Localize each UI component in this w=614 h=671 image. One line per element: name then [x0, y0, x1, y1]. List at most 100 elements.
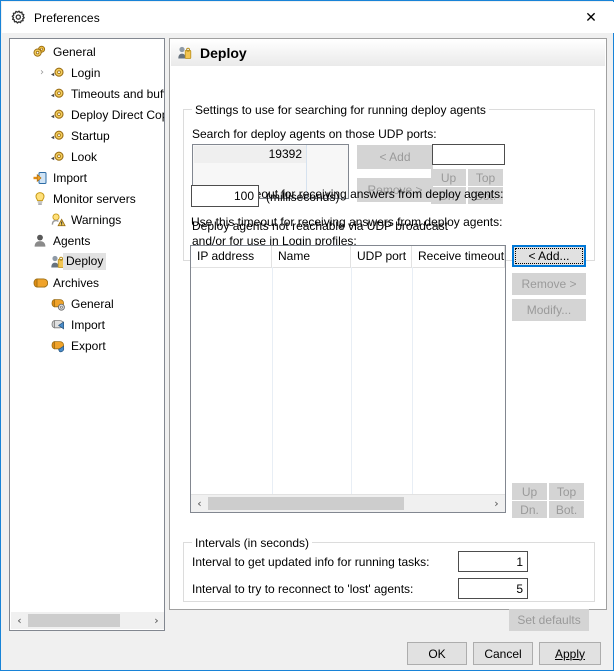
deploy-agents-table[interactable]: IP addressNameUDP portReceive timeout (i…: [190, 245, 506, 513]
archive-gear-icon: [51, 298, 65, 311]
grid-line-1: [272, 267, 273, 494]
tree-scroll-thumb[interactable]: [28, 614, 120, 627]
gear-small-icon: [51, 88, 64, 98]
table-scroll-left-icon[interactable]: ‹: [191, 495, 208, 512]
add-port-button[interactable]: < Add: [357, 145, 433, 169]
preferences-window: Preferences ✕ General › Login Timeouts and …: [0, 0, 614, 671]
tree-scroll-track[interactable]: [28, 612, 148, 629]
table-scroll-thumb[interactable]: [208, 497, 404, 510]
apply-button[interactable]: Apply: [539, 642, 601, 665]
modify-agent-button[interactable]: Modify...: [512, 299, 586, 321]
bulb-icon: [35, 191, 45, 205]
agent-move-down-button[interactable]: Dn.: [512, 501, 547, 518]
sidebar-item-deploy-direct-copy[interactable]: Deploy Direct Copy: [10, 104, 164, 125]
agent-move-up-button[interactable]: Up: [512, 483, 547, 500]
scroll-left-icon[interactable]: ‹: [11, 612, 28, 629]
page-title: Deploy: [200, 45, 247, 61]
table-column-header[interactable]: IP address: [191, 246, 272, 267]
table-column-header[interactable]: UDP port: [351, 246, 412, 267]
sidebar-item-login[interactable]: › Login: [10, 62, 164, 83]
deploy-settings-pane: Deploy Settings to use for searching for…: [169, 38, 607, 631]
sidebar-item-label: Import: [53, 170, 88, 185]
sidebar-item-import[interactable]: Import: [10, 167, 164, 188]
grid-line-2: [351, 267, 352, 494]
window-title: Preferences: [34, 10, 100, 25]
sidebar-item-general[interactable]: General: [10, 41, 164, 62]
tree-horizontal-scrollbar[interactable]: ‹ ›: [11, 612, 164, 629]
sidebar-item-monitor-servers[interactable]: Monitor servers: [10, 188, 164, 209]
gear-small-icon: [51, 67, 64, 77]
sidebar-item-deploy[interactable]: Deploy: [10, 251, 164, 272]
remove-agent-button[interactable]: Remove >: [512, 273, 586, 295]
archive-out-icon: [51, 340, 65, 352]
sidebar-item-label: Deploy: [63, 253, 107, 270]
sidebar-item-label: Monitor servers: [53, 191, 136, 206]
running-tasks-interval-input[interactable]: [458, 551, 528, 572]
deploy-icon: [178, 46, 192, 59]
answer-timeout-input[interactable]: [191, 185, 259, 207]
gears-icon: [33, 45, 46, 57]
table-column-header[interactable]: Receive timeout (in: [412, 246, 505, 267]
import-icon: [33, 171, 47, 184]
sidebar-item-startup[interactable]: Startup: [10, 125, 164, 146]
sidebar-item-label: Warnings: [71, 212, 122, 227]
sidebar-item-look[interactable]: Look: [10, 146, 164, 167]
sidebar-item-general[interactable]: General: [10, 293, 164, 314]
running-tasks-interval-label: Interval to get updated info for running…: [192, 555, 430, 569]
title-bar: Preferences ✕: [2, 2, 614, 33]
sidebar-item-label: General: [71, 296, 114, 311]
timeout-row-label: Use this timeout for receiving answers f…: [191, 215, 503, 229]
table-column-header[interactable]: Name: [272, 246, 351, 267]
gear-icon: [11, 10, 25, 24]
sidebar-item-warnings[interactable]: Warnings: [10, 209, 164, 230]
gear-small-icon: [51, 151, 64, 161]
chevron-right-icon[interactable]: ›: [34, 65, 50, 81]
new-port-input[interactable]: [432, 144, 505, 165]
sidebar-item-agents[interactable]: Agents: [10, 230, 164, 251]
sidebar-item-label: Archives: [53, 275, 100, 290]
port-move-top-button[interactable]: Top: [468, 169, 503, 186]
sidebar-item-export[interactable]: Export: [10, 335, 164, 356]
archive-in-icon: [51, 319, 64, 329]
sidebar-item-archives[interactable]: Archives: [10, 272, 164, 293]
sidebar-item-import[interactable]: Import: [10, 314, 164, 335]
person-icon: [34, 234, 46, 247]
table-scroll-track[interactable]: [208, 495, 488, 512]
agent-move-top-button[interactable]: Top: [549, 483, 584, 500]
focus-rect: [515, 248, 583, 264]
ports-list-item[interactable]: 19392: [194, 146, 306, 163]
page-header: Deploy: [171, 40, 605, 66]
add-agent-button[interactable]: < Add...: [512, 245, 586, 267]
table-horizontal-scrollbar[interactable]: ‹ ›: [191, 494, 505, 512]
cancel-button[interactable]: Cancel: [473, 642, 533, 665]
settings-tree[interactable]: General›LoginTimeouts and bufferDeploy D…: [9, 38, 165, 631]
sidebar-item-label: Look: [71, 149, 98, 164]
sidebar-item-label: Startup: [71, 128, 110, 143]
close-icon[interactable]: ✕: [568, 2, 614, 33]
scroll-right-icon[interactable]: ›: [148, 612, 164, 629]
agent-move-bottom-button[interactable]: Bot.: [549, 501, 584, 518]
sidebar-item-label: Agents: [53, 233, 91, 248]
table-scroll-right-icon[interactable]: ›: [488, 495, 505, 512]
reconnect-interval-input[interactable]: [458, 578, 528, 599]
port-move-up-button[interactable]: Up: [431, 169, 466, 186]
archive-icon: [33, 277, 48, 288]
sidebar-item-timeouts-and-buffer[interactable]: Timeouts and buffer: [10, 83, 164, 104]
warning-icon: [51, 212, 66, 226]
gear-small-icon: [51, 109, 64, 119]
set-defaults-button[interactable]: Set defaults: [509, 609, 589, 631]
table-header-row: IP addressNameUDP portReceive timeout (i…: [191, 246, 505, 268]
ok-button[interactable]: OK: [407, 642, 467, 665]
sidebar-item-label: Import: [71, 317, 106, 332]
sidebar-item-label: General: [53, 44, 96, 59]
